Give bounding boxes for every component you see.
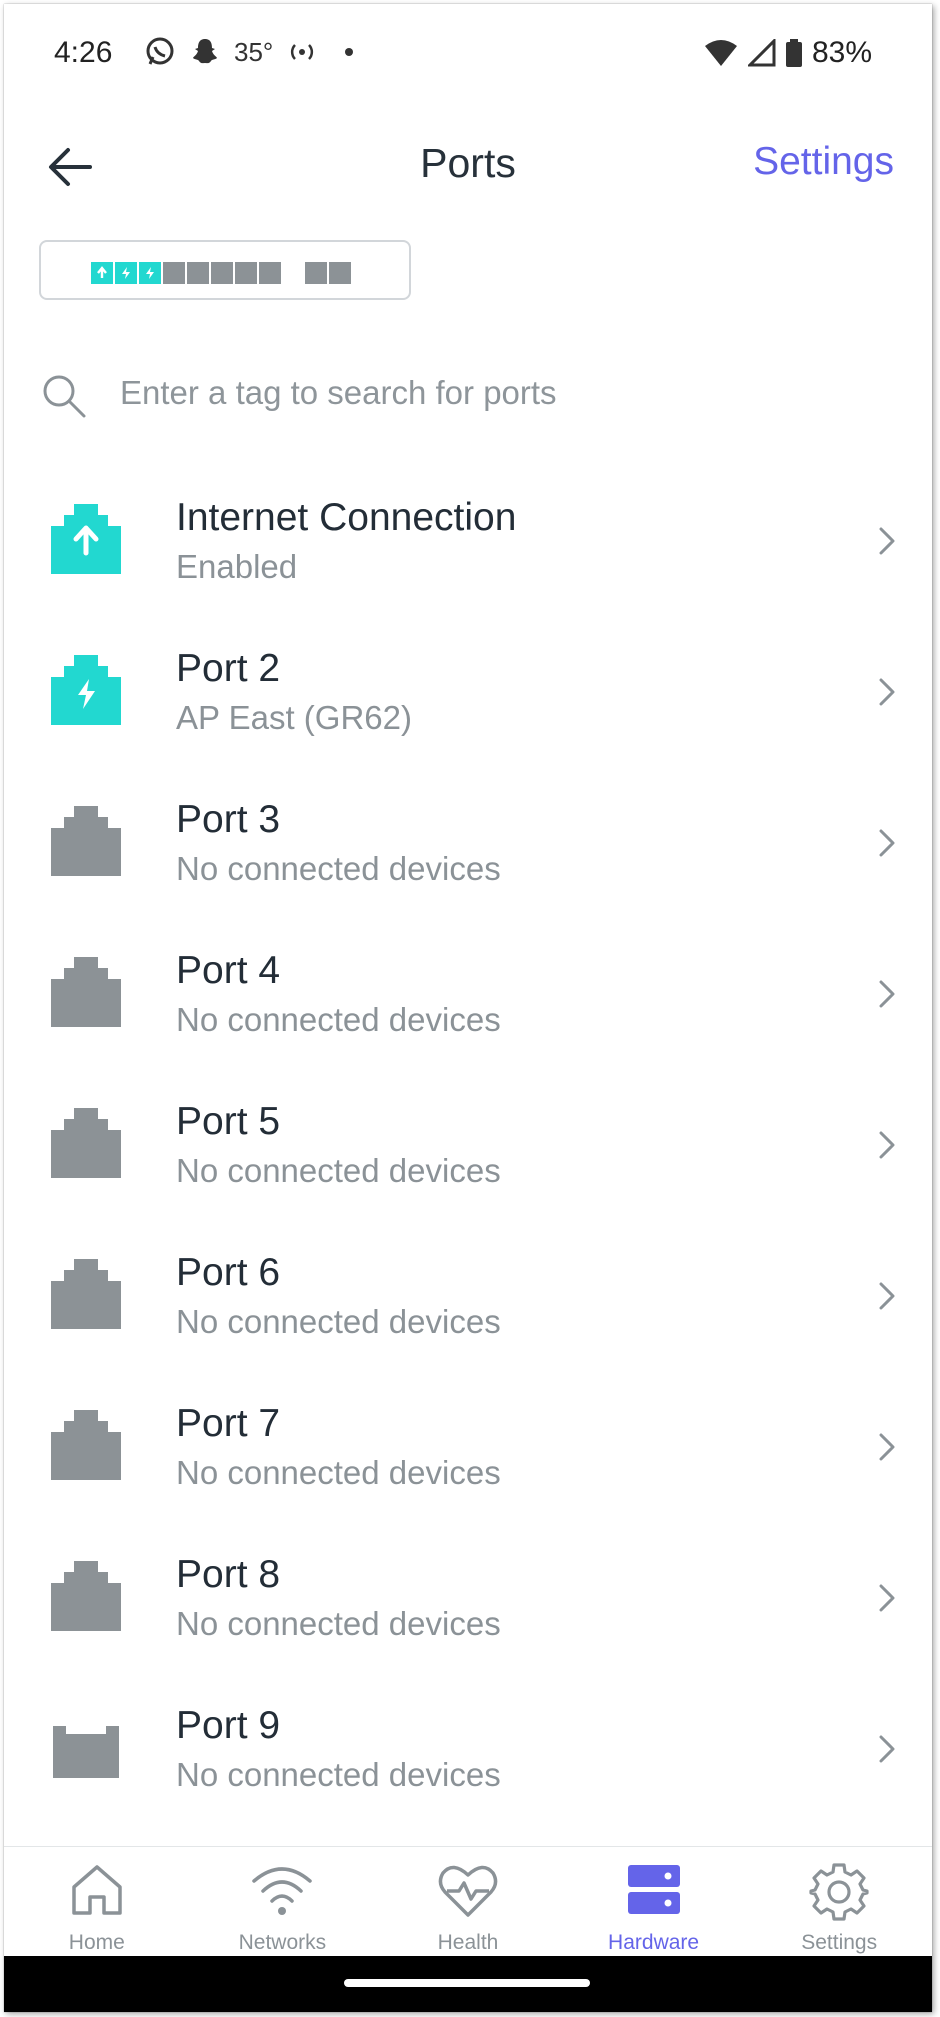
port-subtitle: AP East (GR62): [176, 699, 412, 736]
status-time: 4:26: [54, 36, 113, 69]
app-header: Ports Settings: [4, 122, 932, 212]
nav-label: Settings: [801, 1931, 878, 1954]
chevron-right-icon: [879, 980, 895, 1008]
port-overview-ports: [91, 262, 351, 284]
mini-port: [211, 262, 233, 284]
port-title: Port 5: [176, 1100, 281, 1143]
nav-settings[interactable]: Settings: [746, 1847, 932, 1956]
sfp-port-icon: [53, 1726, 119, 1778]
chevron-right-icon: [879, 1131, 895, 1159]
chevron-right-icon: [879, 1584, 895, 1612]
mini-port-power-icon: [139, 262, 161, 284]
port-subtitle: No connected devices: [176, 1756, 501, 1793]
server-icon: [627, 1865, 680, 1914]
system-icons: 83%: [704, 36, 872, 70]
power-port-icon: [51, 655, 121, 725]
home-icon: [72, 1865, 122, 1915]
phone-screen: 4:26 35° 83% Ports Settings Enter a tag …: [4, 4, 932, 2012]
chevron-right-icon: [879, 678, 895, 706]
ethernet-port-icon: [51, 1259, 121, 1329]
port-row-2[interactable]: Port 2 AP East (GR62): [4, 617, 932, 768]
nav-label: Hardware: [608, 1931, 700, 1954]
battery-icon: [785, 39, 802, 67]
port-title: Port 8: [176, 1553, 281, 1596]
port-subtitle: No connected devices: [176, 1605, 501, 1642]
port-row-9[interactable]: Port 9 No connected devices: [4, 1674, 932, 1825]
more-notifications-dot: [345, 48, 354, 56]
whatsapp-icon: [146, 37, 174, 65]
nav-health[interactable]: Health: [375, 1847, 561, 1956]
mini-port: [187, 262, 209, 284]
bottom-navigation: Home Networks Health Hardware Settings: [4, 1846, 932, 1956]
chevron-right-icon: [879, 829, 895, 857]
port-title: Port 9: [176, 1704, 281, 1747]
temperature-text: 35°: [234, 36, 274, 67]
ethernet-port-icon: [51, 806, 121, 876]
upload-port-icon: [51, 504, 121, 574]
mini-port-power-icon: [115, 262, 137, 284]
chevron-right-icon: [879, 1282, 895, 1310]
port-row-internet[interactable]: Internet Connection Enabled: [4, 466, 932, 617]
port-subtitle: Enabled: [176, 548, 298, 585]
battery-percent: 83%: [811, 36, 872, 69]
notification-icons: 35°: [144, 36, 354, 68]
mini-port: [235, 262, 257, 284]
mini-port: [259, 262, 281, 284]
port-subtitle: No connected devices: [176, 1303, 501, 1340]
mini-port-upload-icon: [91, 262, 113, 284]
chevron-right-icon: [879, 1735, 895, 1763]
home-gesture-handle[interactable]: [344, 1979, 590, 1987]
nav-label: Networks: [238, 1931, 327, 1954]
port-title: Port 7: [176, 1402, 281, 1445]
search-bar: [40, 364, 900, 424]
heart-pulse-icon: [438, 1865, 498, 1917]
nav-label: Home: [68, 1931, 125, 1954]
port-row-5[interactable]: Port 5 No connected devices: [4, 1070, 932, 1221]
mini-port: [329, 262, 351, 284]
hotspot-icon: [291, 44, 314, 60]
ethernet-port-icon: [51, 957, 121, 1027]
port-row-7[interactable]: Port 7 No connected devices: [4, 1372, 932, 1523]
cell-signal-icon: [747, 39, 776, 67]
port-subtitle: No connected devices: [176, 1454, 501, 1491]
port-title: Internet Connection: [176, 496, 517, 539]
port-row-6[interactable]: Port 6 No connected devices: [4, 1221, 932, 1372]
port-row-8[interactable]: Port 8 No connected devices: [4, 1523, 932, 1674]
mini-port: [163, 262, 185, 284]
chevron-right-icon: [879, 527, 895, 555]
port-overview-strip[interactable]: [39, 240, 411, 300]
ethernet-port-icon: [51, 1561, 121, 1631]
nav-label: Health: [437, 1931, 499, 1954]
port-subtitle: No connected devices: [176, 1001, 501, 1038]
mini-port: [305, 262, 327, 284]
settings-link[interactable]: Settings: [753, 140, 894, 184]
port-subtitle: No connected devices: [176, 1152, 501, 1189]
nav-networks[interactable]: Networks: [190, 1847, 376, 1956]
status-bar: 4:26 35° 83%: [4, 4, 932, 104]
wifi-icon: [252, 1867, 313, 1915]
port-title: Port 2: [176, 647, 281, 690]
search-input[interactable]: [120, 364, 880, 422]
port-list: Internet Connection Enabled Port 2 AP Ea…: [4, 466, 932, 1825]
gear-icon: [809, 1863, 869, 1921]
ethernet-port-icon: [51, 1108, 121, 1178]
port-title: Port 4: [176, 949, 281, 992]
wifi-signal-icon: [704, 40, 737, 66]
search-icon: [43, 375, 86, 418]
port-row-3[interactable]: Port 3 No connected devices: [4, 768, 932, 919]
port-title: Port 3: [176, 798, 281, 841]
system-gesture-bar: [4, 1956, 932, 2012]
port-subtitle: No connected devices: [176, 850, 501, 887]
port-row-4[interactable]: Port 4 No connected devices: [4, 919, 932, 1070]
snapchat-icon: [193, 39, 217, 64]
ethernet-port-icon: [51, 1410, 121, 1480]
nav-home[interactable]: Home: [4, 1847, 190, 1956]
port-title: Port 6: [176, 1251, 281, 1294]
chevron-right-icon: [879, 1433, 895, 1461]
nav-hardware[interactable]: Hardware: [561, 1847, 747, 1956]
